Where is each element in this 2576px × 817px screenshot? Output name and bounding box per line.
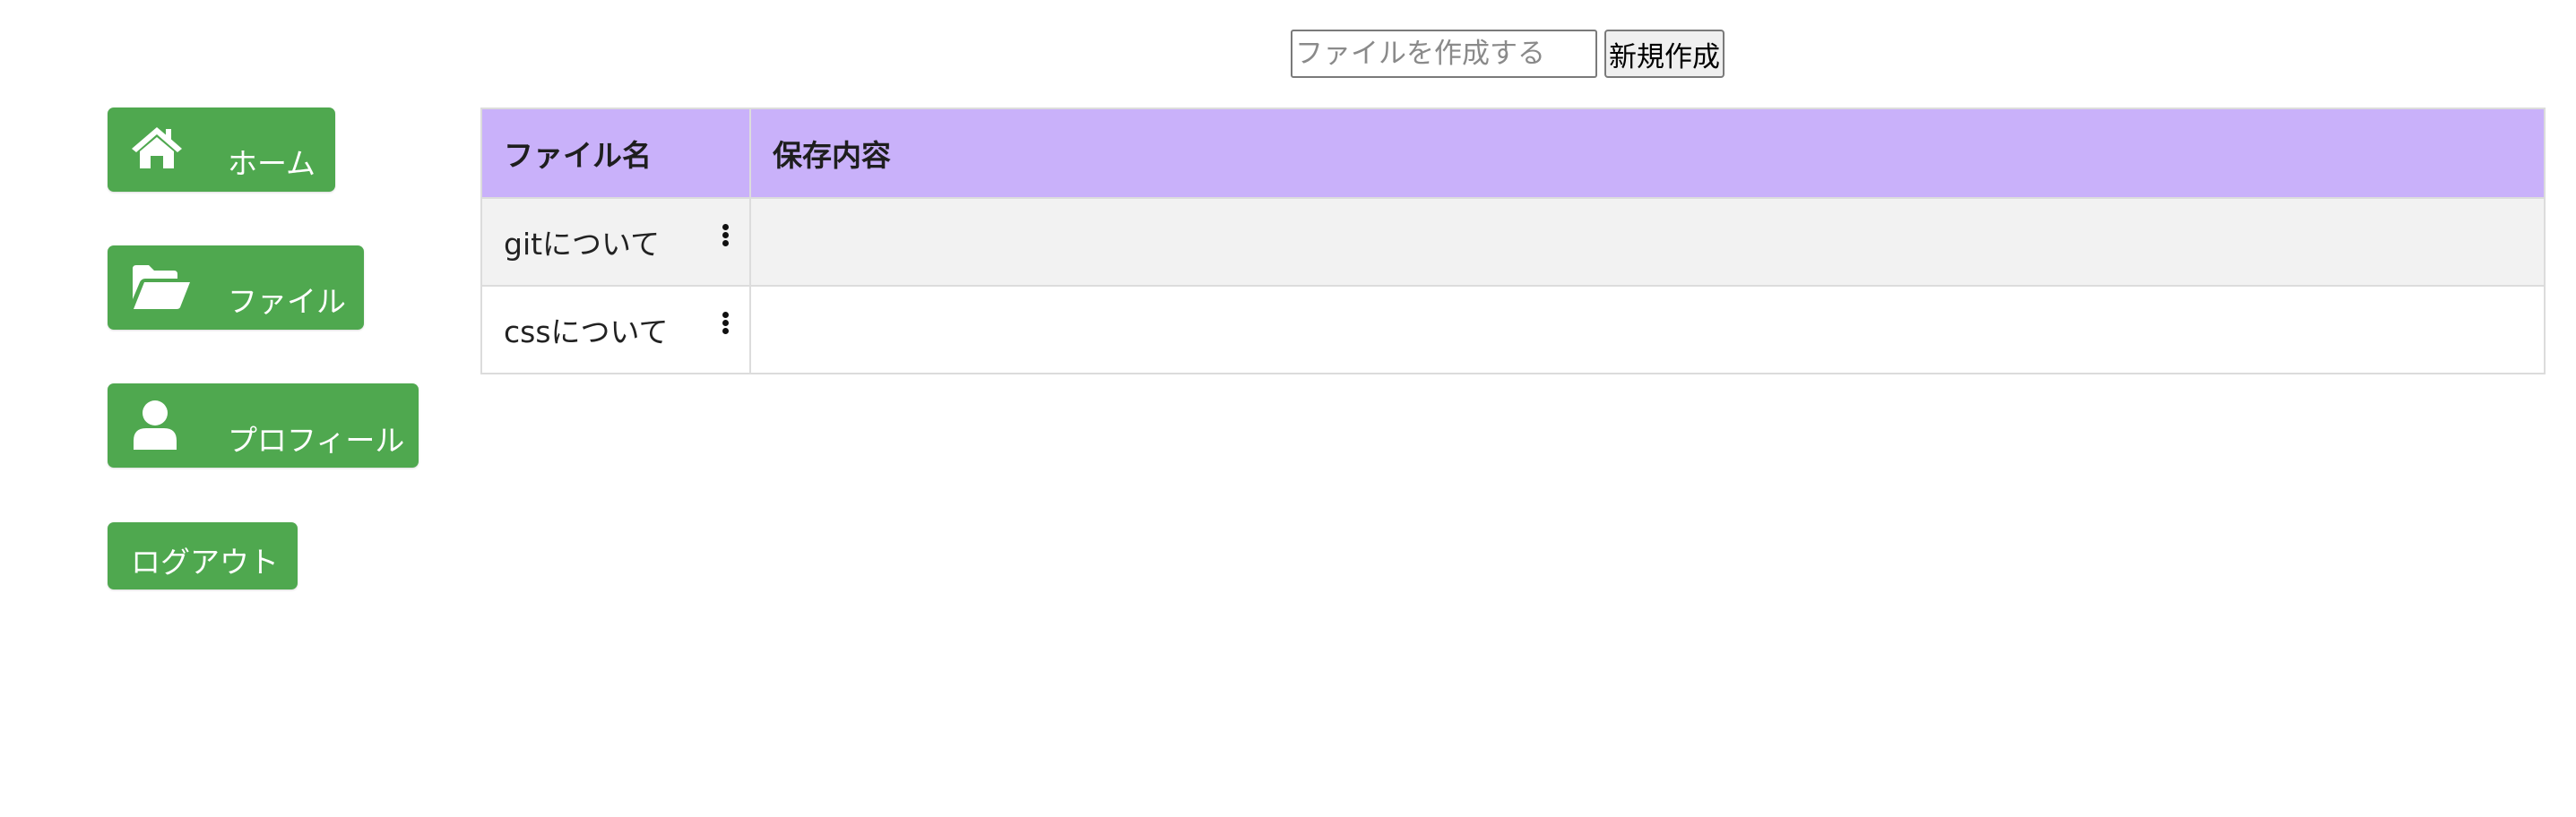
- sidebar-item-files[interactable]: ファイル: [108, 245, 364, 330]
- create-file-bar: 新規作成: [1291, 30, 1725, 78]
- logout-label: ログアウト: [131, 545, 279, 580]
- home-icon: [132, 127, 182, 168]
- file-content-cell: [749, 197, 2546, 287]
- table-row[interactable]: gitについて: [480, 197, 2546, 287]
- create-file-button[interactable]: 新規作成: [1604, 30, 1725, 78]
- column-header-content: 保存内容: [749, 108, 2546, 199]
- more-vertical-icon[interactable]: [721, 312, 730, 335]
- file-name-cell[interactable]: cssについて: [480, 285, 751, 374]
- sidebar-item-profile[interactable]: プロフィール: [108, 383, 419, 468]
- table-header-row: ファイル名 保存内容: [480, 108, 2546, 199]
- user-icon: [134, 400, 177, 450]
- sidebar-item-label: プロフィール: [228, 423, 405, 458]
- file-name-cell[interactable]: gitについて: [480, 197, 751, 287]
- logout-button[interactable]: ログアウト: [108, 522, 298, 589]
- file-name: gitについて: [504, 227, 661, 262]
- sidebar-item-label: ファイル: [228, 284, 346, 319]
- sidebar-item-label: ホーム: [228, 146, 316, 181]
- file-table: ファイル名 保存内容 gitについて cssについて: [480, 108, 2546, 374]
- file-name: cssについて: [504, 314, 669, 349]
- column-header-filename: ファイル名: [480, 108, 751, 199]
- create-file-input[interactable]: [1291, 30, 1597, 78]
- file-content-cell: [749, 285, 2546, 374]
- folder-open-icon: [133, 265, 190, 309]
- table-row[interactable]: cssについて: [480, 285, 2546, 374]
- page: 新規作成 ホーム ファイル プロフィール ログアウト: [0, 0, 2576, 817]
- more-vertical-icon[interactable]: [721, 224, 730, 247]
- sidebar-item-home[interactable]: ホーム: [108, 108, 335, 192]
